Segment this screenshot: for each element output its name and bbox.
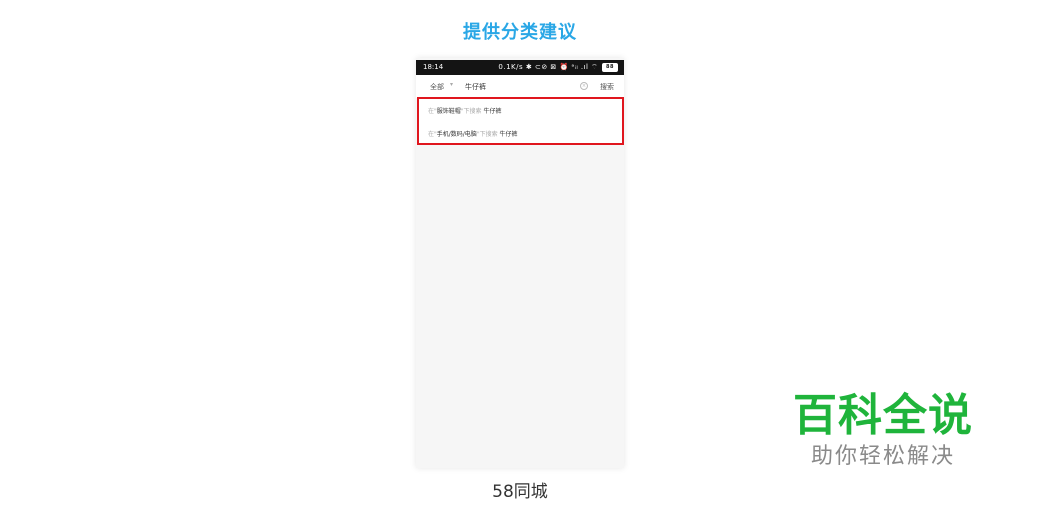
watermark-logo: 百科全说 助你轻松解决 xyxy=(788,390,978,472)
page: 提供分类建议 18:14 0.1K/s ✱ ⊂⊘ ⊠ ⏰ ᵃᵢₗ .ıl ⌔ 8… xyxy=(0,0,1040,516)
status-indicators: 0.1K/s ✱ ⊂⊘ ⊠ ⏰ ᵃᵢₗ .ıl ⌔ 88 xyxy=(498,60,618,75)
category-suggestions-highlight: 在"服饰鞋帽"下搜索 牛仔裤 在"手机/数码/电脑"下搜索 牛仔裤 xyxy=(417,97,624,145)
suggestion-item[interactable]: 在"服饰鞋帽"下搜索 牛仔裤 xyxy=(428,106,501,115)
suggestion-prefix: 在" xyxy=(428,108,437,115)
search-button[interactable]: 搜索 xyxy=(600,82,614,92)
suggestion-middle: "下搜索 xyxy=(460,108,482,115)
suggestion-category: 服饰鞋帽 xyxy=(436,108,461,115)
clear-icon[interactable]: × xyxy=(580,82,588,90)
suggestion-prefix: 在" xyxy=(428,131,437,138)
watermark-subtitle: 助你轻松解决 xyxy=(810,444,955,469)
suggestion-keyword: 牛仔裤 xyxy=(483,108,502,115)
status-time: 18:14 xyxy=(423,63,444,71)
battery-icon: 88 xyxy=(602,62,618,72)
phone-screenshot: 18:14 0.1K/s ✱ ⊂⊘ ⊠ ⏰ ᵃᵢₗ .ıl ⌔ 88 全部 ▾ … xyxy=(416,58,624,468)
slide-heading: 提供分类建议 xyxy=(463,22,577,43)
suggestion-keyword: 牛仔裤 xyxy=(499,131,518,138)
suggestion-middle: "下搜索 xyxy=(476,131,498,138)
suggestion-item[interactable]: 在"手机/数码/电脑"下搜索 牛仔裤 xyxy=(428,129,518,138)
app-caption: 58同城 xyxy=(492,482,548,502)
watermark-title: 百科全说 xyxy=(793,390,973,441)
search-bar: 全部 ▾ 牛仔裤 × 搜索 xyxy=(416,75,624,98)
search-input[interactable]: 牛仔裤 xyxy=(465,82,486,92)
status-icons: 0.1K/s ✱ ⊂⊘ ⊠ ⏰ ᵃᵢₗ .ıl ⌔ xyxy=(498,63,599,71)
category-scope-dropdown[interactable]: 全部 xyxy=(430,82,444,92)
chevron-down-icon[interactable]: ▾ xyxy=(450,81,453,88)
status-bar: 18:14 0.1K/s ✱ ⊂⊘ ⊠ ⏰ ᵃᵢₗ .ıl ⌔ 88 xyxy=(416,60,624,75)
suggestion-category: 手机/数码/电脑 xyxy=(436,131,477,138)
